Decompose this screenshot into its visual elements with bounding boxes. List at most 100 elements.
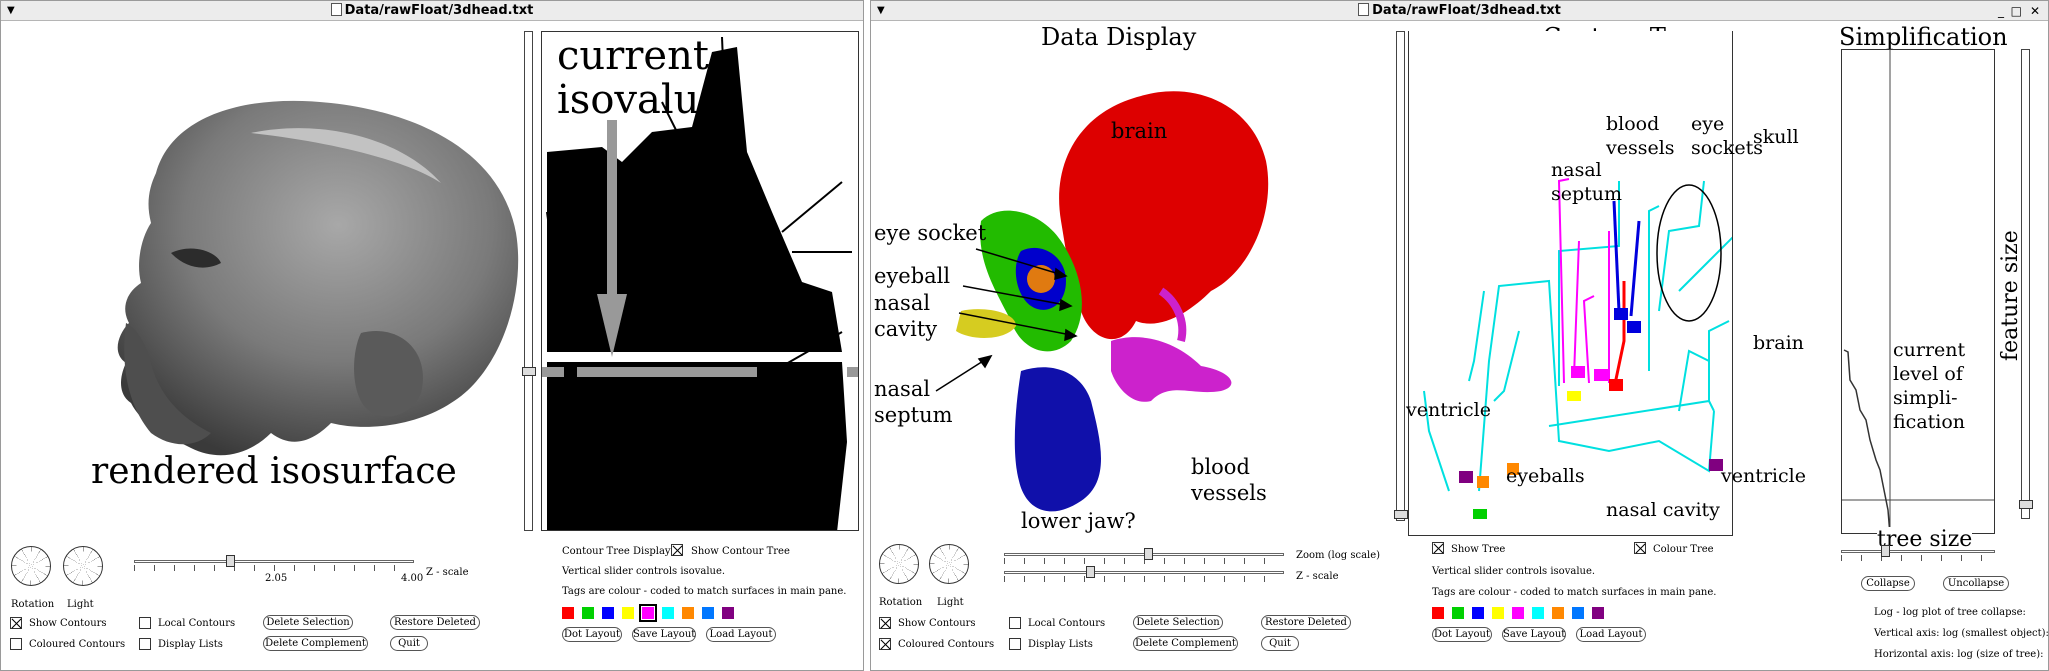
delete-selection-button[interactable]: Delete Selection [263, 615, 353, 630]
rotation-label: Rotation [879, 597, 923, 608]
isovalue-label-line1: current [557, 33, 709, 79]
loglog-note: Log - log plot of tree collapse: [1874, 607, 2026, 618]
isovalue-slider-knob[interactable] [1394, 510, 1408, 519]
colour-tree-label: Colour Tree [1653, 544, 1714, 555]
tree-size-slider-knob[interactable] [1881, 545, 1890, 557]
contour-display-label: Contour Tree Display: [562, 546, 674, 557]
tag-swatch[interactable] [722, 607, 734, 619]
tree-edges-blue [1612, 200, 1641, 317]
coloured-contours-checkbox[interactable] [10, 638, 22, 650]
isovalue-slider-knob[interactable] [522, 367, 536, 376]
feature-size-label: feature size [1998, 230, 2023, 361]
tag-swatch[interactable] [582, 607, 594, 619]
tag-swatch[interactable] [1452, 607, 1464, 619]
display-pointer-arrows [935, 248, 1078, 392]
light-label: Light [937, 597, 964, 608]
tag-swatch[interactable] [1592, 607, 1604, 619]
window-title: Data/rawFloat/3dhead.txt [344, 3, 534, 18]
title-bar[interactable]: ▼ Data/rawFloat/3dhead.txt [1, 1, 863, 21]
show-contours-checkbox[interactable] [879, 617, 891, 629]
uncollapse-button[interactable]: Uncollapse [1943, 576, 2009, 591]
current-level-4: fication [1893, 411, 1966, 433]
feature-size-slider[interactable] [2019, 49, 2033, 519]
collapse-button[interactable]: Collapse [1861, 576, 1915, 591]
isovalue-line [577, 367, 757, 377]
show-tree-checkbox[interactable] [1432, 542, 1444, 554]
local-contours-checkbox[interactable] [1009, 617, 1021, 629]
contour-tree-pane[interactable] [1408, 31, 1733, 536]
tag-swatch[interactable] [662, 607, 674, 619]
isovalue-slider[interactable] [522, 31, 536, 531]
z-scale-slider[interactable] [1004, 566, 1284, 582]
save-layout-button[interactable]: Save Layout [632, 627, 696, 642]
light-dial[interactable] [929, 544, 969, 584]
display-lists-checkbox[interactable] [1009, 638, 1021, 650]
rotation-dial[interactable] [11, 546, 51, 586]
rotation-dial[interactable] [879, 544, 919, 584]
tag-swatch[interactable] [622, 607, 634, 619]
z-scale-slider-knob[interactable] [226, 555, 235, 567]
tag-swatch[interactable] [1492, 607, 1504, 619]
tag-swatch[interactable] [702, 607, 714, 619]
quit-button[interactable]: Quit [1261, 636, 1299, 651]
tree-brain-label: brain [1753, 332, 1804, 354]
feature-size-slider-knob[interactable] [2019, 500, 2033, 509]
z-scale-slider[interactable] [134, 555, 414, 571]
minimize-icon[interactable]: _ [1998, 1, 2004, 21]
tree-size-slider[interactable] [1841, 545, 1995, 561]
show-contours-label: Show Contours [29, 618, 107, 629]
z-scale-slider-knob[interactable] [1086, 566, 1095, 578]
tag-swatch[interactable] [682, 607, 694, 619]
restore-deleted-button[interactable]: Restore Deleted [390, 615, 480, 630]
maximize-icon[interactable]: □ [2011, 1, 2022, 21]
coloured-contours-checkbox[interactable] [879, 638, 891, 650]
display-lists-label: Display Lists [158, 639, 223, 650]
isosurface-view[interactable] [1, 23, 531, 523]
tag-swatch[interactable] [562, 607, 574, 619]
collapse-loglog-plot [1842, 50, 1994, 533]
dot-layout-button[interactable]: Dot Layout [1432, 627, 1492, 642]
tree-mass-lower [547, 362, 847, 530]
zoom-slider[interactable] [1004, 548, 1284, 564]
tag-swatch[interactable] [1532, 607, 1544, 619]
tag-swatch[interactable] [1472, 607, 1484, 619]
dot-layout-button[interactable]: Dot Layout [562, 627, 622, 642]
load-layout-button[interactable]: Load Layout [1576, 627, 1646, 642]
tag-swatch[interactable] [602, 607, 614, 619]
quit-button[interactable]: Quit [390, 636, 428, 651]
tag-swatch[interactable] [1552, 607, 1564, 619]
isovalue-arrow-shaft [607, 120, 617, 300]
tree-blood-label-2: vessels [1606, 137, 1675, 159]
light-dial[interactable] [63, 546, 103, 586]
tag-swatch[interactable] [639, 604, 657, 622]
close-icon[interactable]: ✕ [2030, 1, 2040, 21]
show-contours-checkbox[interactable] [10, 617, 22, 629]
tag-swatch[interactable] [1432, 607, 1444, 619]
isovalue-marker-left [542, 367, 564, 377]
head-surface [117, 100, 519, 456]
load-layout-button[interactable]: Load Layout [706, 627, 776, 642]
tag-swatch[interactable] [1512, 607, 1524, 619]
show-contour-tree-checkbox[interactable] [671, 544, 683, 556]
simplification-plot[interactable] [1841, 49, 1995, 534]
isovalue-slider[interactable] [1394, 31, 1408, 521]
show-contour-tree-label: Show Contour Tree [691, 546, 790, 557]
zoom-slider-knob[interactable] [1144, 548, 1153, 560]
delete-complement-button[interactable]: Delete Complement [1133, 636, 1238, 651]
window-menu-icon[interactable]: ▼ [7, 1, 15, 21]
restore-deleted-button[interactable]: Restore Deleted [1261, 615, 1351, 630]
current-level-2: level of [1893, 363, 1963, 385]
save-layout-button[interactable]: Save Layout [1502, 627, 1566, 642]
tree-edges-magenta [1557, 178, 1610, 384]
left-window: ▼ Data/rawFloat/3dhead.txt rendered isos… [0, 0, 864, 671]
isovalue-label-line2: isovalue [557, 77, 724, 123]
colour-tree-checkbox[interactable] [1634, 542, 1646, 554]
delete-selection-button[interactable]: Delete Selection [1133, 615, 1223, 630]
document-icon [1358, 3, 1370, 16]
tag-swatch[interactable] [1572, 607, 1584, 619]
current-level-1: current [1893, 339, 1966, 361]
tree-septum-label-2: septum [1551, 183, 1623, 205]
display-lists-checkbox[interactable] [139, 638, 151, 650]
local-contours-checkbox[interactable] [139, 617, 151, 629]
delete-complement-button[interactable]: Delete Complement [263, 636, 368, 651]
